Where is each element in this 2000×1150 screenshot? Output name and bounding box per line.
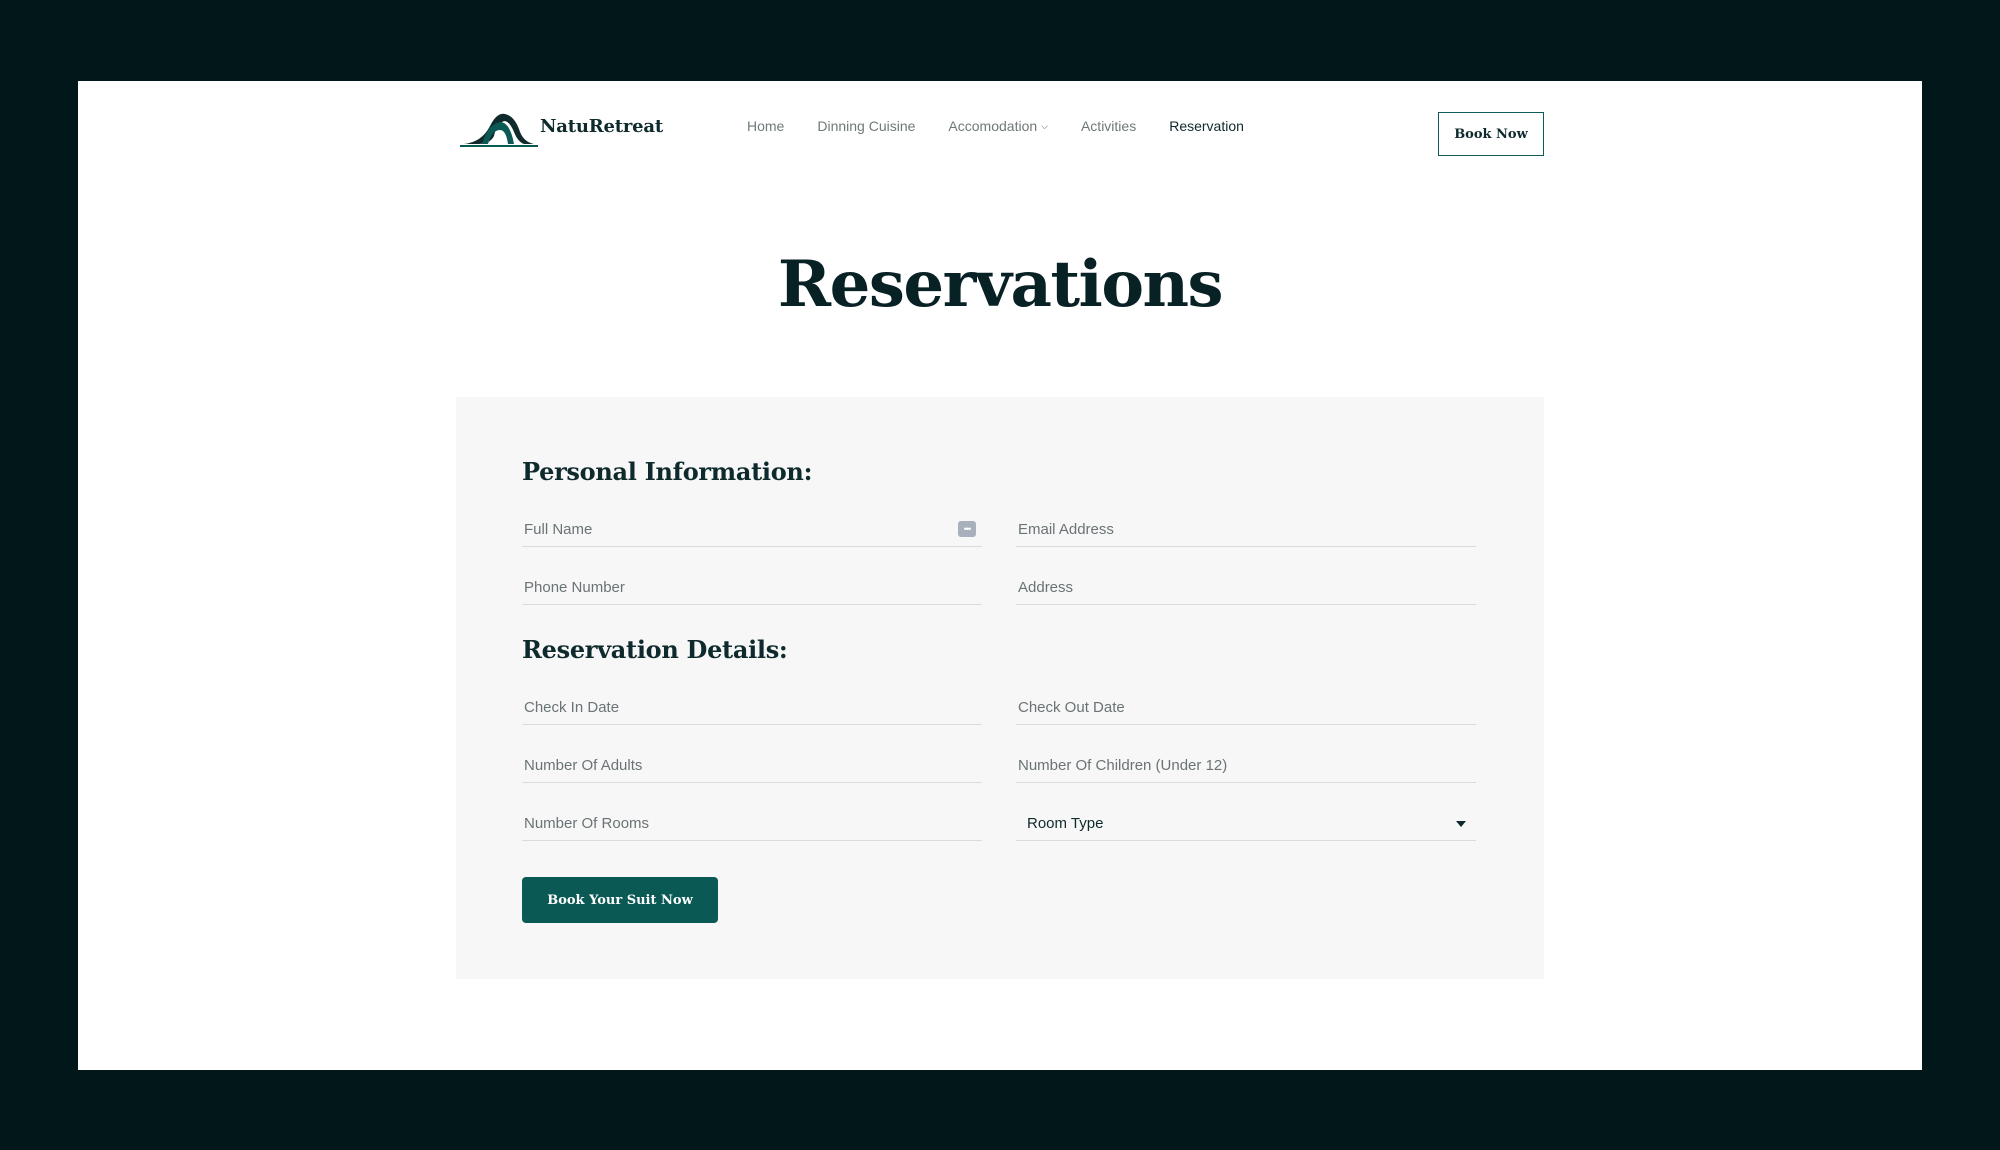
rooms-input[interactable] [522,815,982,832]
email-field [1016,513,1476,547]
caret-down-icon [1456,821,1466,827]
nav-item-home[interactable]: Home [747,118,784,134]
children-input[interactable] [1016,757,1476,774]
mountain-arch-icon [460,113,538,147]
brand-name: NatuRetreat [540,115,663,137]
nav-item-reservation[interactable]: Reservation [1169,118,1244,134]
rooms-field [522,807,982,841]
site-header: NatuRetreat Home Dinning Cuisine Accomod… [460,97,1544,156]
personal-info-heading: Personal Information: [522,457,813,486]
check-out-input[interactable] [1016,699,1476,716]
page-title: Reservations [777,247,1224,322]
phone-field [522,571,982,605]
full-name-input[interactable] [522,521,982,538]
nav-item-accomodation[interactable]: Accomodation ⌵ [948,118,1048,134]
address-field [1016,571,1476,605]
reservation-details-heading: Reservation Details: [522,635,788,664]
main-nav: Home Dinning Cuisine Accomodation ⌵ Acti… [747,97,1277,155]
page: NatuRetreat Home Dinning Cuisine Accomod… [78,81,1922,1070]
check-out-field [1016,691,1476,725]
chevron-down-icon: ⌵ [1041,120,1048,131]
reservation-form: Personal Information: ••• Reservation De… [456,397,1544,979]
nav-item-dinning-cuisine[interactable]: Dinning Cuisine [817,118,915,134]
book-now-button[interactable]: Book Now [1438,112,1544,156]
check-in-field [522,691,982,725]
adults-input[interactable] [522,757,982,774]
email-input[interactable] [1016,521,1476,538]
logo[interactable]: NatuRetreat [460,97,663,155]
nav-item-accomodation-label: Accomodation [948,118,1038,134]
book-suit-button[interactable]: Book Your Suit Now [522,877,718,923]
children-field [1016,749,1476,783]
nav-item-activities[interactable]: Activities [1081,118,1136,134]
room-type-label: Room Type [1027,815,1104,832]
phone-input[interactable] [522,579,982,596]
check-in-input[interactable] [522,699,982,716]
adults-field [522,749,982,783]
autofill-icon[interactable]: ••• [958,521,976,537]
address-input[interactable] [1016,579,1476,596]
full-name-field: ••• [522,513,982,547]
room-type-select[interactable]: Room Type [1016,807,1476,841]
